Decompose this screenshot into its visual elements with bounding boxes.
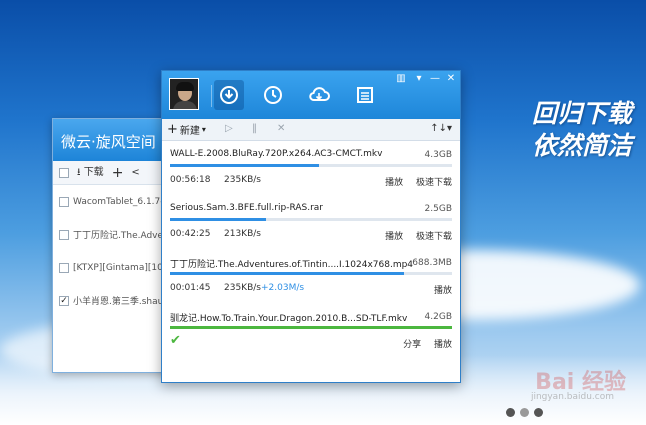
file-checkbox[interactable] [59,196,69,207]
task-actions: 播放 极速下载 [375,175,452,188]
download-icon: ⭳ [77,167,81,178]
task-remaining-time: 00:56:18 [170,175,211,185]
slogan-line-1: 回归下载 [531,99,632,128]
baidu-watermark-url: jingyan.baidu.com [530,392,614,402]
task-name: WALL-E.2008.BluRay.720P.x264.AC3-CMCT.mk… [170,149,383,159]
sort-button[interactable]: ↑↓▾ [430,123,452,134]
task-size: 4.3GB [424,150,452,160]
download-button[interactable]: ⭳ 下载 [77,163,104,182]
task-name: Serious.Sam.3.BFE.full.rip-RAS.rar [170,203,323,213]
play-button[interactable]: 播放 [385,178,403,188]
main-header: ▥ ▾ — ✕ [162,71,460,119]
download-task[interactable]: WALL-E.2008.BluRay.720P.x264.AC3-CMCT.mk… [162,141,460,195]
task-speed: 235KB/s+2.03M/s [224,283,304,293]
task-remaining-time: 00:42:25 [170,229,211,239]
task-progress-fill [170,272,405,275]
chevron-down-icon: ▾ [201,125,206,134]
task-progress-fill [170,218,266,221]
turbo-download-button[interactable]: 极速下载 [416,178,452,188]
slogan-line-2: 依然简洁 [531,131,632,160]
task-size: 2.5GB [424,204,452,214]
header-divider [211,85,212,107]
nav-cloud-tab[interactable] [304,80,334,110]
plus-icon: + [167,122,178,137]
close-icon[interactable]: ✕ [444,73,458,84]
nav-history-tab[interactable] [258,80,288,110]
complete-check-icon: ✔ [170,333,181,348]
download-task[interactable]: 驯龙记.How.To.Train.Your.Dragon.2010.B...SD… [162,303,460,357]
task-name: 丁丁历险记.The.Adventures.of.Tintin....I.1024… [170,260,414,270]
delete-icon[interactable]: ✕ [277,123,285,134]
task-actions: 分享 播放 [393,337,452,350]
play-button[interactable]: 播放 [434,340,452,350]
task-speed-value: 213KB/s [224,229,261,239]
task-size: 688.3MB [412,258,452,268]
add-button[interactable]: + [112,165,124,181]
carousel-dot[interactable] [520,408,529,417]
list-icon [357,87,373,103]
download-button-label: 下载 [83,167,104,178]
menu-icon[interactable]: ▾ [412,73,426,84]
task-progress-bar [170,272,452,275]
play-button[interactable]: 播放 [385,232,403,242]
task-speed-value: 235KB/s [224,175,261,185]
task-progress-fill [170,326,452,329]
task-actions: 播放 [424,283,452,296]
task-progress-fill [170,164,320,167]
carousel-dot[interactable] [534,408,543,417]
avatar[interactable] [169,78,199,110]
skin-icon[interactable]: ▥ [394,73,408,84]
turbo-speed-bonus: +2.03M/s [260,283,305,293]
task-progress-bar [170,164,452,167]
new-task-button[interactable]: + 新建 ▾ [162,122,206,137]
download-task[interactable]: Serious.Sam.3.BFE.full.rip-RAS.rar 2.5GB… [162,195,460,249]
share-icon[interactable]: < [131,167,139,178]
cloud-icon [309,87,330,101]
download-icon [220,86,238,104]
slogan: 回归下载 依然简洁 [532,98,632,162]
file-checkbox[interactable]: ✓ [59,295,69,306]
download-task[interactable]: 丁丁历险记.The.Adventures.of.Tintin....I.1024… [162,249,460,303]
start-icon[interactable]: ▷ [225,123,233,134]
history-icon [264,86,282,104]
nav-list-tab[interactable] [350,80,380,110]
task-progress-bar [170,326,452,329]
task-name: 驯龙记.How.To.Train.Your.Dragon.2010.B...SD… [170,314,408,324]
nav-download-tab[interactable] [214,80,244,110]
file-checkbox[interactable] [59,229,69,240]
download-manager-window: ▥ ▾ — ✕ + 新建 ▾ ▷ ‖ ✕ ↑↓▾ WALL-E.2008.Blu… [161,70,461,383]
carousel-dot[interactable] [506,408,515,417]
task-speed-value: 235KB/s [224,283,261,293]
task-progress-bar [170,218,452,221]
file-checkbox[interactable] [59,262,69,273]
task-size: 4.2GB [424,312,452,322]
turbo-download-button[interactable]: 极速下载 [416,232,452,242]
task-actions: 播放 极速下载 [375,229,452,242]
main-toolbar: + 新建 ▾ ▷ ‖ ✕ ↑↓▾ [162,119,460,141]
task-speed: 235KB/s [224,175,261,185]
select-all-checkbox[interactable] [59,167,69,178]
play-button[interactable]: 播放 [434,286,452,296]
new-task-label: 新建 [179,126,200,137]
task-remaining-time: 00:01:45 [170,283,211,293]
share-button[interactable]: 分享 [403,340,421,350]
minimize-icon[interactable]: — [428,73,442,84]
task-speed: 213KB/s [224,229,261,239]
pause-icon[interactable]: ‖ [252,123,257,134]
